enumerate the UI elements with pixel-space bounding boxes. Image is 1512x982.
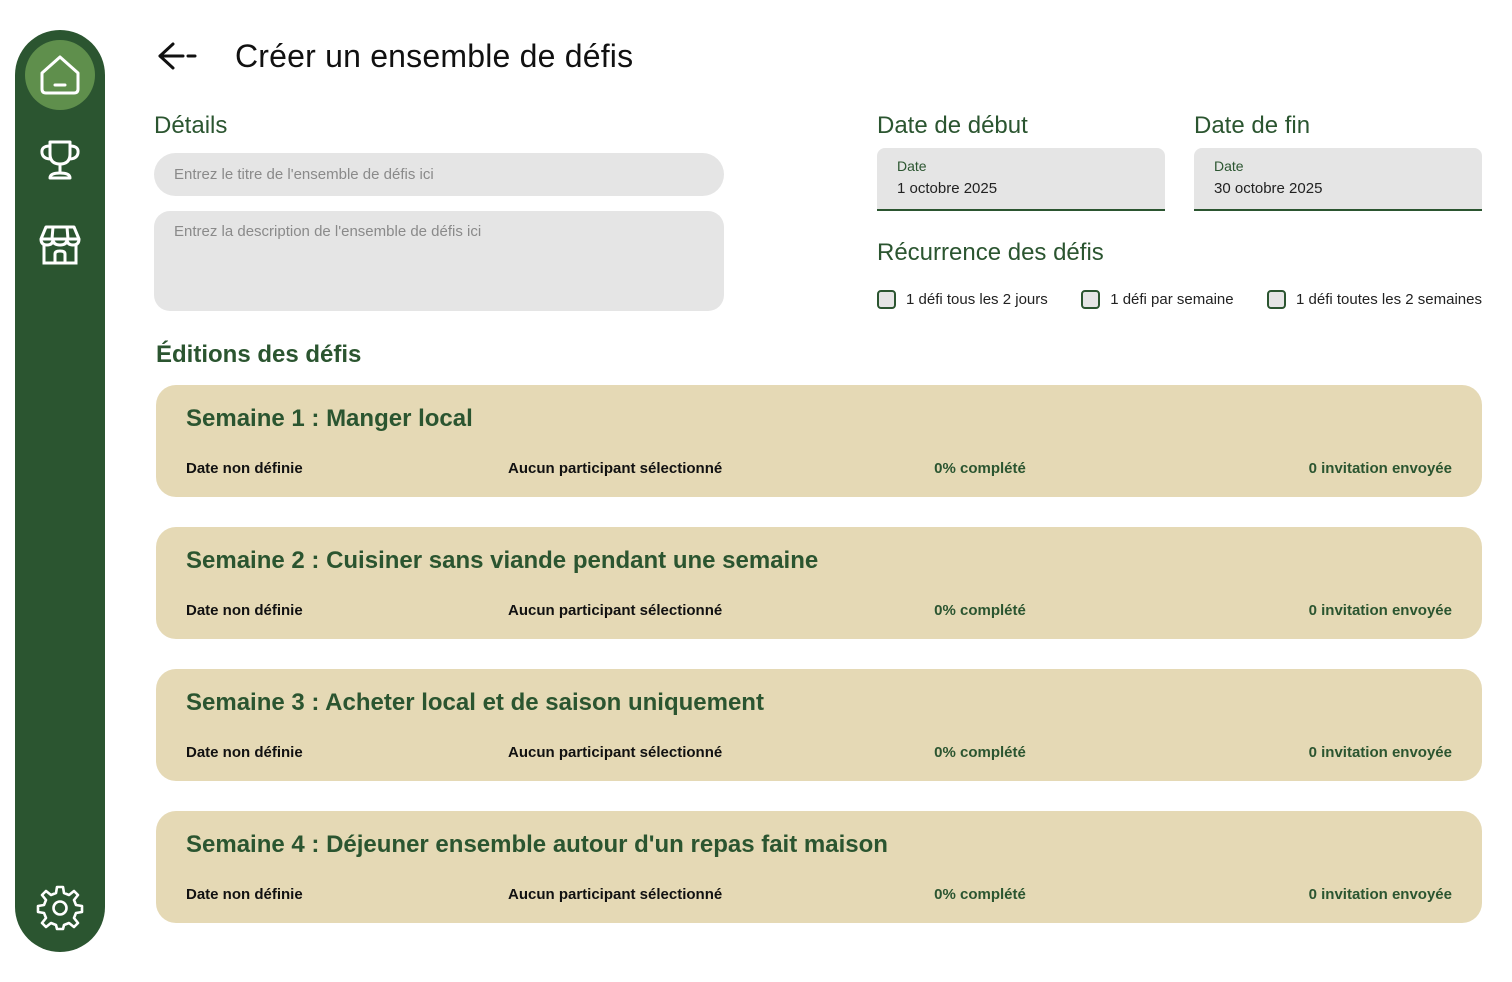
end-date-value: 30 octobre 2025 xyxy=(1214,180,1323,197)
edition-invitations: 0 invitation envoyée xyxy=(1308,460,1452,477)
edition-date: Date non définie xyxy=(186,460,303,477)
challenge-set-description-input[interactable] xyxy=(154,211,724,311)
edition-invitations: 0 invitation envoyée xyxy=(1308,602,1452,619)
recurrence-option-every-2-days[interactable]: 1 défi tous les 2 jours xyxy=(877,290,1048,309)
page-title: Créer un ensemble de défis xyxy=(235,37,634,74)
edition-date: Date non définie xyxy=(186,602,303,619)
edition-date: Date non définie xyxy=(186,744,303,761)
edition-progress: 0% complété xyxy=(934,744,1026,761)
recurrence-options: 1 défi tous les 2 jours 1 défi par semai… xyxy=(877,290,1482,309)
end-date-field[interactable]: Date 30 octobre 2025 xyxy=(1194,148,1482,211)
edition-participants: Aucun participant sélectionné xyxy=(508,602,723,619)
recurrence-option-label: 1 défi tous les 2 jours xyxy=(906,291,1048,308)
recurrence-option-label: 1 défi toutes les 2 semaines xyxy=(1296,291,1482,308)
back-button[interactable] xyxy=(155,36,203,76)
page-header: Créer un ensemble de défis xyxy=(155,30,633,82)
edition-card-2[interactable]: Semaine 2 : Cuisiner sans viande pendant… xyxy=(156,527,1482,639)
sidebar xyxy=(15,30,105,952)
start-date-value: 1 octobre 2025 xyxy=(897,180,998,197)
sidebar-item-trophies[interactable] xyxy=(25,125,95,195)
store-icon xyxy=(39,225,81,265)
edition-progress: 0% complété xyxy=(934,602,1026,619)
sidebar-item-home[interactable] xyxy=(25,40,95,110)
challenge-set-title-input[interactable] xyxy=(154,153,724,196)
edition-card-1[interactable]: Semaine 1 : Manger local Date non défini… xyxy=(156,385,1482,497)
edition-progress: 0% complété xyxy=(934,460,1026,477)
edition-progress: 0% complété xyxy=(934,886,1026,903)
recurrence-option-every-2-weeks[interactable]: 1 défi toutes les 2 semaines xyxy=(1267,290,1482,309)
settings-button[interactable] xyxy=(25,872,95,942)
edition-participants: Aucun participant sélectionné xyxy=(508,460,723,477)
edition-invitations: 0 invitation envoyée xyxy=(1308,744,1452,761)
start-date-label: Date de début xyxy=(877,112,1028,139)
gear-icon xyxy=(36,885,84,931)
edition-title: Semaine 1 : Manger local xyxy=(186,405,473,432)
home-icon xyxy=(40,55,80,95)
end-date-field-label: Date xyxy=(1214,158,1244,174)
edition-participants: Aucun participant sélectionné xyxy=(508,744,723,761)
edition-title: Semaine 4 : Déjeuner ensemble autour d'u… xyxy=(186,831,888,858)
arrow-left-icon xyxy=(158,42,197,70)
trophy-icon xyxy=(40,140,80,180)
editions-label: Éditions des défis xyxy=(156,341,362,368)
end-date-label: Date de fin xyxy=(1194,112,1311,139)
recurrence-option-label: 1 défi par semaine xyxy=(1110,291,1234,308)
sidebar-item-store[interactable] xyxy=(25,210,95,280)
edition-card-3[interactable]: Semaine 3 : Acheter local et de saison u… xyxy=(156,669,1482,781)
start-date-field[interactable]: Date 1 octobre 2025 xyxy=(877,148,1165,211)
edition-date: Date non définie xyxy=(186,886,303,903)
edition-title: Semaine 2 : Cuisiner sans viande pendant… xyxy=(186,547,819,574)
checkbox[interactable] xyxy=(877,290,896,309)
edition-invitations: 0 invitation envoyée xyxy=(1308,886,1452,903)
recurrence-label: Récurrence des défis xyxy=(877,239,1104,266)
start-date-field-label: Date xyxy=(897,158,927,174)
checkbox[interactable] xyxy=(1081,290,1101,309)
details-label: Détails xyxy=(154,112,228,139)
edition-card-4[interactable]: Semaine 4 : Déjeuner ensemble autour d'u… xyxy=(156,811,1482,923)
edition-participants: Aucun participant sélectionné xyxy=(508,886,723,903)
edition-title: Semaine 3 : Acheter local et de saison u… xyxy=(186,689,764,716)
recurrence-option-weekly[interactable]: 1 défi par semaine xyxy=(1081,290,1234,309)
checkbox[interactable] xyxy=(1267,290,1287,309)
